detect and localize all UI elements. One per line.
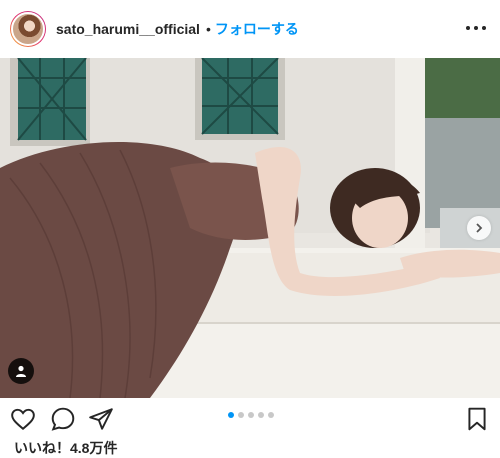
comment-icon[interactable] bbox=[50, 406, 76, 432]
username[interactable]: sato_harumi__official bbox=[56, 21, 200, 37]
carousel-indicator bbox=[228, 412, 274, 418]
post-image[interactable] bbox=[0, 58, 500, 398]
next-image-button[interactable] bbox=[467, 216, 491, 240]
separator-dot: • bbox=[205, 21, 211, 37]
heart-icon[interactable] bbox=[10, 406, 36, 432]
action-bar bbox=[0, 398, 500, 438]
follow-button[interactable]: フォローする bbox=[215, 19, 299, 39]
bookmark-icon[interactable] bbox=[464, 406, 490, 432]
post-photo-illustration bbox=[0, 58, 500, 398]
user-tag-button[interactable] bbox=[8, 358, 34, 384]
carousel-dot bbox=[248, 412, 254, 418]
carousel-dot bbox=[238, 412, 244, 418]
share-icon[interactable] bbox=[88, 406, 114, 432]
avatar[interactable] bbox=[11, 12, 45, 46]
carousel-dot bbox=[268, 412, 274, 418]
carousel-dot bbox=[228, 412, 234, 418]
carousel-dot bbox=[258, 412, 264, 418]
user-tag-icon bbox=[16, 365, 26, 377]
chevron-right-icon bbox=[476, 223, 483, 233]
post-header: sato_harumi__official • フォローする bbox=[0, 0, 500, 58]
like-count[interactable]: いいね！4.8万件 bbox=[14, 438, 117, 458]
story-avatar-ring[interactable] bbox=[10, 11, 46, 47]
more-options-icon[interactable] bbox=[466, 18, 486, 38]
